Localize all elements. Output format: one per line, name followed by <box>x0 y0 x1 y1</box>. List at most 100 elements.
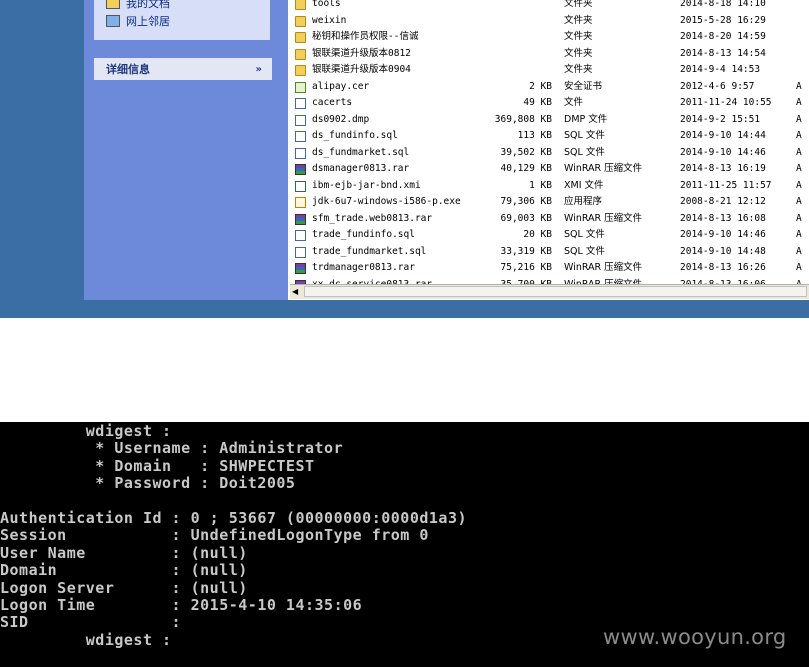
file-attributes: A <box>796 80 802 92</box>
file-modified: 2014-8-13 16:26 <box>680 262 766 273</box>
file-size: 20 KB <box>523 229 552 240</box>
file-name: trade_fundmarket.sql <box>312 245 427 257</box>
folder-icon <box>295 0 306 10</box>
sql-file-icon <box>295 131 306 142</box>
file-row[interactable]: 秘钥和操作员权限--信诚 文件夹 2014-8-20 14:59 <box>288 29 809 46</box>
file-row[interactable]: jdk-6u7-windows-i586-p.exe 79,306 KB 应用程序 2… <box>288 194 809 211</box>
file-type: 文件夹 <box>564 64 593 75</box>
file-name: 银联渠道升级版本0812 <box>312 47 411 59</box>
file-icon <box>295 98 306 109</box>
file-row[interactable]: ds_fundinfo.sql 113 KB SQL 文件 2014-9-10 14:… <box>288 128 809 145</box>
details-title: 详细信息 <box>106 63 150 76</box>
file-attributes: A <box>796 113 802 125</box>
file-size: 39,502 KB <box>500 146 552 158</box>
folder-icon <box>295 65 306 76</box>
file-attributes: A <box>796 179 802 191</box>
scrollbar-thumb[interactable] <box>304 286 807 297</box>
file-size: 75,216 KB <box>500 262 552 273</box>
rar-archive-icon <box>295 213 306 225</box>
file-size: 79,306 KB <box>500 196 552 207</box>
file-name: dsmanager0813.rar <box>312 163 410 174</box>
file-row[interactable]: ds0902.dmp 369,808 KB DMP 文件 2014-9-2 15:51… <box>288 112 809 129</box>
file-name: trade_fundinfo.sql <box>312 229 415 240</box>
console-line: Logon Time : 2015-4-10 14:35:06 <box>0 596 363 614</box>
file-attributes: A <box>796 229 802 240</box>
file-modified: 2014-8-13 14:54 <box>680 47 766 59</box>
file-row[interactable]: sfm_trade.web0813.rar 69,003 KB WinRAR 压缩文… <box>288 211 809 228</box>
sql-file-icon <box>295 147 306 159</box>
network-places-icon <box>106 15 120 27</box>
file-row[interactable]: alipay.cer 2 KB 安全证书 2012-4-6 9:57 A <box>288 79 809 96</box>
file-icon <box>295 114 306 126</box>
place-my-documents[interactable]: 我的文档 <box>106 0 170 11</box>
file-type: 安全证书 <box>564 80 603 92</box>
file-size: 40,129 KB <box>500 163 552 174</box>
explorer-task-pane: 我的文档 网上邻居 详细信息 » <box>84 0 288 300</box>
rar-archive-icon <box>295 263 306 274</box>
file-attributes: A <box>796 97 802 108</box>
file-type: DMP 文件 <box>564 113 608 125</box>
file-name: ds0902.dmp <box>312 113 370 125</box>
console-line: wdigest : <box>0 422 172 440</box>
file-row[interactable]: 银联渠道升级版本0812 文件夹 2014-8-13 14:54 <box>288 46 809 63</box>
file-type: SQL 文件 <box>564 146 605 158</box>
file-type: 文件夹 <box>564 14 593 26</box>
file-name: 秘钥和操作员权限--信诚 <box>312 31 419 42</box>
file-row[interactable]: tools 文件夹 2014-8-18 14:10 <box>288 0 809 13</box>
file-row[interactable]: dsmanager0813.rar 40,129 KB WinRAR 压缩文件 201… <box>288 161 809 178</box>
file-modified: 2014-9-10 14:44 <box>680 130 766 141</box>
file-attributes: A <box>796 245 802 257</box>
console-line: SID : <box>0 613 182 632</box>
file-name: ds_fundmarket.sql <box>312 146 410 158</box>
details-panel-header[interactable]: 详细信息 » <box>94 58 272 80</box>
file-name: trdmanager0813.rar <box>312 262 415 273</box>
file-modified: 2014-8-20 14:59 <box>680 31 766 42</box>
file-attributes: A <box>796 212 802 224</box>
file-attributes: A <box>796 146 802 158</box>
console-line: Domain : (null) <box>0 561 248 580</box>
xmi-file-icon <box>295 180 306 192</box>
file-name: tools <box>312 0 341 9</box>
file-size: 69,003 KB <box>500 212 552 224</box>
file-modified: 2015-5-28 16:29 <box>680 14 766 26</box>
console-line: User Name : (null) <box>0 543 248 562</box>
file-attributes: A <box>796 262 802 273</box>
java-installer-icon <box>295 197 306 208</box>
file-row[interactable]: ibm-ejb-jar-bnd.xmi 1 KB XMI 文件 2011-11-25 … <box>288 178 809 195</box>
file-name: ds_fundinfo.sql <box>312 130 398 141</box>
place-label: 我的文档 <box>126 0 170 10</box>
file-size: 1 KB <box>529 179 552 191</box>
place-label: 网上邻居 <box>126 15 170 28</box>
console-line: Session : UndefinedLogonType from 0 <box>0 526 429 545</box>
file-type: SQL 文件 <box>564 245 605 257</box>
file-name: weixin <box>312 14 347 26</box>
file-row[interactable]: weixin 文件夹 2015-5-28 16:29 <box>288 13 809 30</box>
scroll-left-icon[interactable]: ◀ <box>292 287 302 297</box>
file-modified: 2014-8-18 14:10 <box>680 0 766 9</box>
file-row[interactable]: cacerts 49 KB 文件 2011-11-24 10:55 A <box>288 95 809 112</box>
file-modified: 2008-8-21 12:12 <box>680 196 766 207</box>
file-row[interactable]: ds_fundmarket.sql 39,502 KB SQL 文件 2014-9-1… <box>288 145 809 162</box>
file-type: 文件夹 <box>564 0 593 9</box>
file-modified: 2014-9-10 14:46 <box>680 229 766 240</box>
file-row[interactable]: trade_fundinfo.sql 20 KB SQL 文件 2014-9-10 1… <box>288 227 809 244</box>
file-size: 2 KB <box>529 80 552 92</box>
file-attributes: A <box>796 163 802 174</box>
file-modified: 2014-9-2 15:51 <box>680 113 761 125</box>
rar-archive-icon <box>295 164 306 175</box>
file-row[interactable]: trade_fundmarket.sql 33,319 KB SQL 文件 2014-… <box>288 244 809 261</box>
file-type: 应用程序 <box>564 196 603 207</box>
place-network[interactable]: 网上邻居 <box>106 13 170 29</box>
file-name: cacerts <box>312 97 353 108</box>
file-size: 33,319 KB <box>500 245 552 257</box>
file-type: 文件夹 <box>564 31 593 42</box>
file-type: WinRAR 压缩文件 <box>564 262 643 273</box>
file-row[interactable]: trdmanager0813.rar 75,216 KB WinRAR 压缩文件 20… <box>288 260 809 277</box>
file-type: WinRAR 压缩文件 <box>564 163 643 174</box>
horizontal-scrollbar[interactable]: ◀ <box>290 284 809 299</box>
chevron-down-icon[interactable]: » <box>256 64 262 75</box>
file-modified: 2014-8-13 16:19 <box>680 163 766 174</box>
file-name: sfm_trade.web0813.rar <box>312 212 433 224</box>
file-row[interactable]: 银联渠道升级版本0904 文件夹 2014-9-4 14:53 <box>288 62 809 79</box>
file-size: 113 KB <box>517 130 552 141</box>
